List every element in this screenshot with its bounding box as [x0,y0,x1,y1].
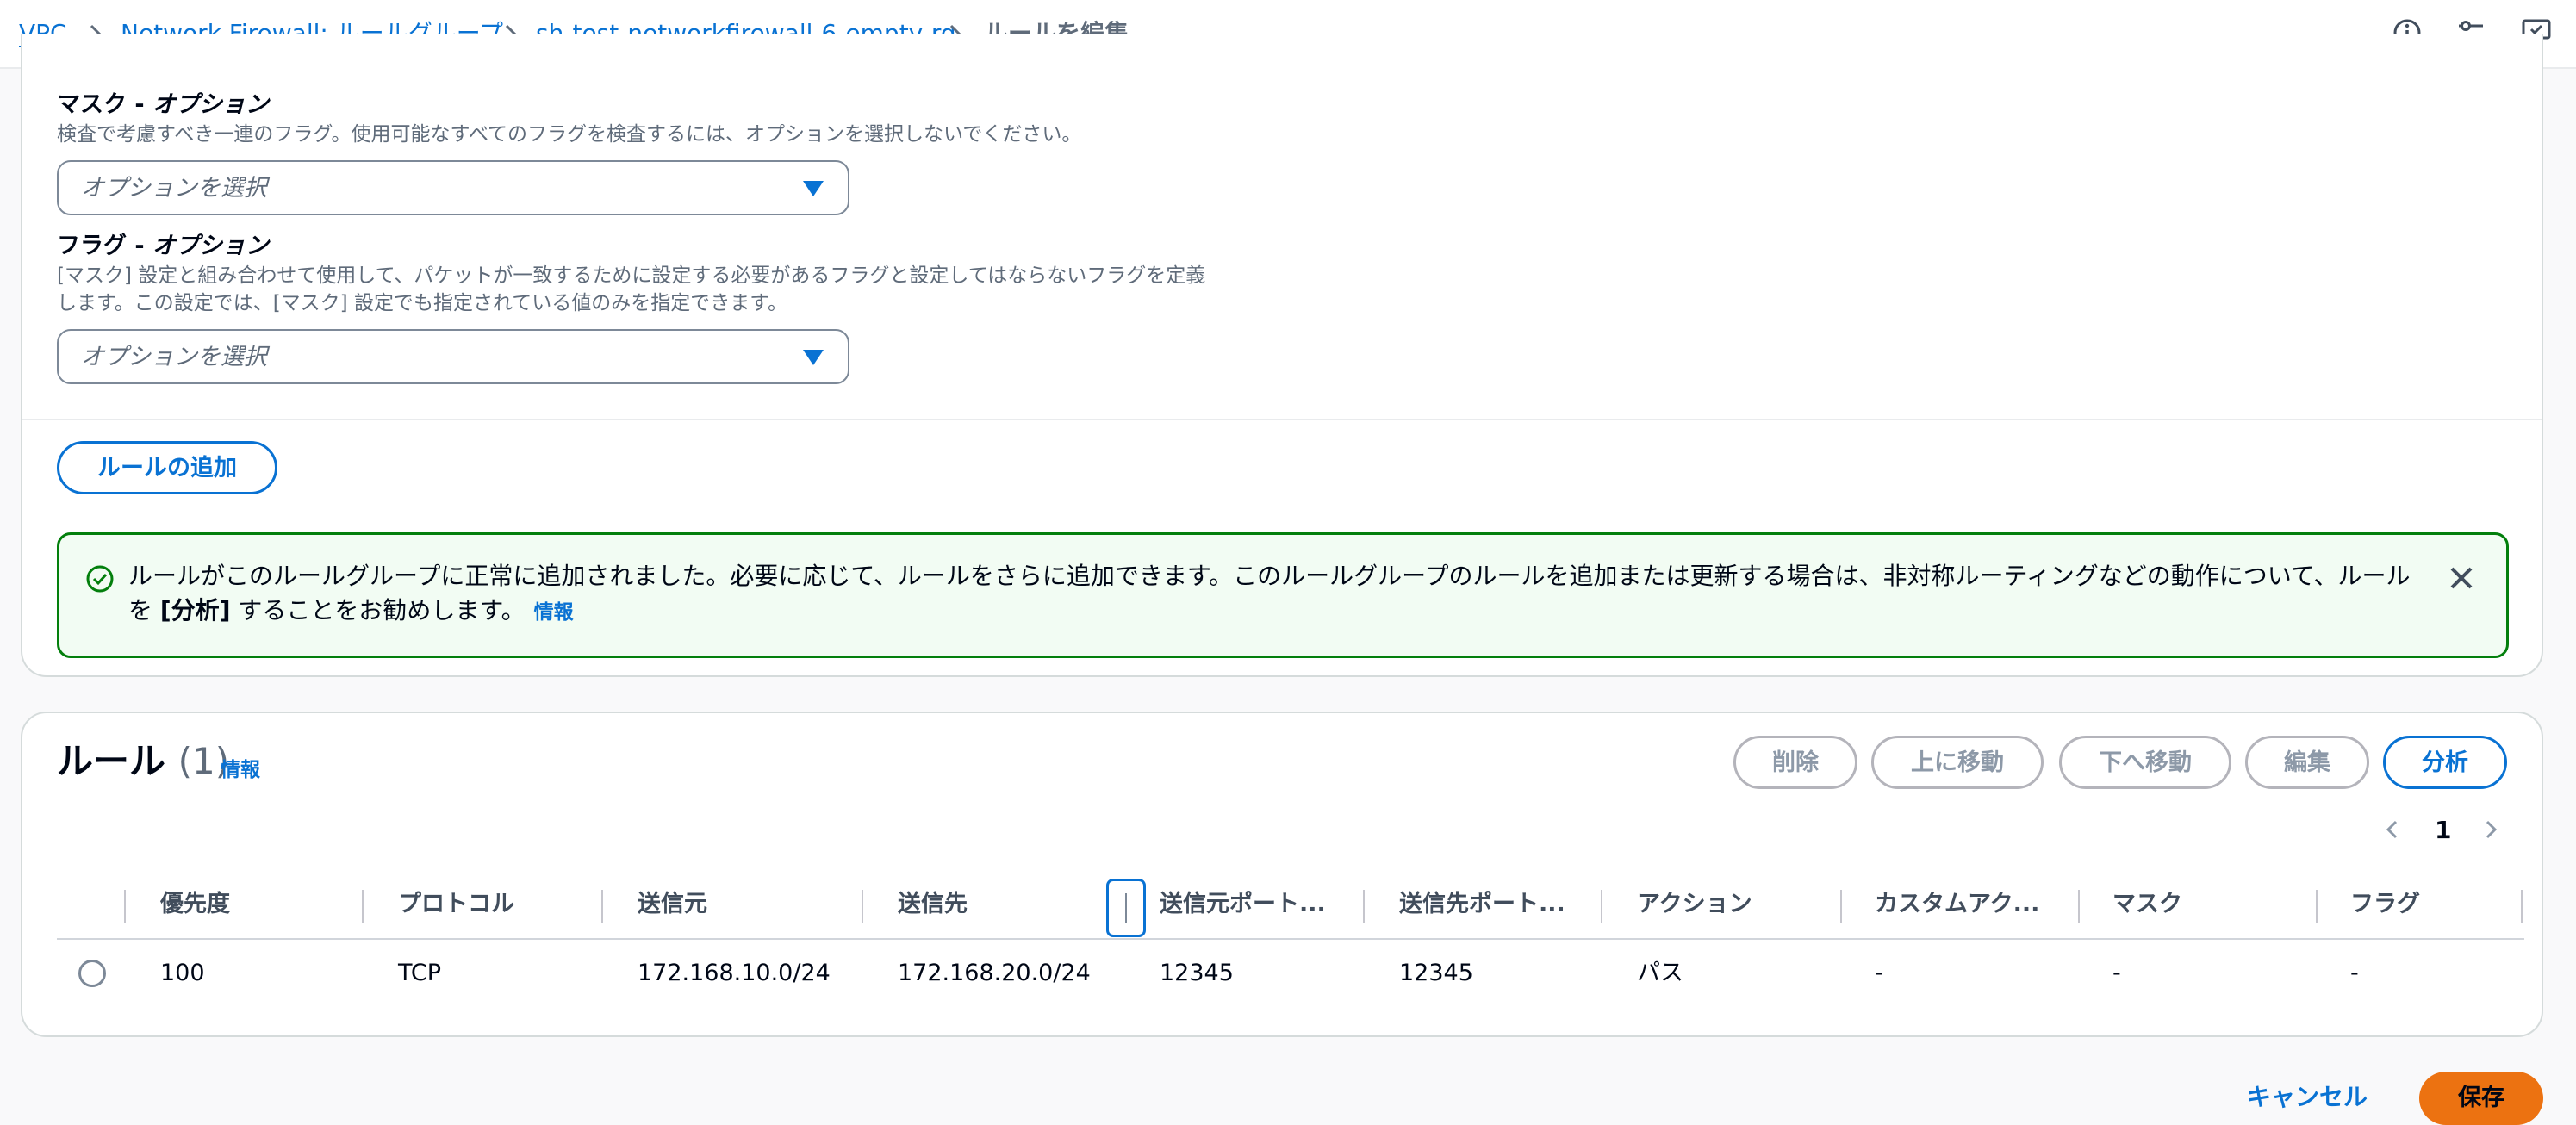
move-up-button[interactable]: 上に移動 [1871,736,2044,789]
cell-custom-action: - [1875,960,1883,986]
column-header-action[interactable]: アクション [1637,889,1752,920]
rules-title: ルール (1) [57,740,230,782]
chevron-left-icon[interactable] [2380,817,2405,842]
success-flash: ルールがこのルールグループに正常に追加されました。必要に応じて、ルールをさらに追… [57,532,2509,658]
section-divider [22,419,2542,420]
flags-label: フラグ - オプション [57,233,270,259]
success-flash-message: ルールがこのルールグループに正常に追加されました。必要に応じて、ルールをさらに追… [128,562,2411,625]
column-divider [2316,890,2318,923]
flash-info-link[interactable]: 情報 [534,601,574,624]
cell-source: 172.168.10.0/24 [638,960,831,986]
column-header-protocol[interactable]: プロトコル [398,889,514,920]
close-icon[interactable] [2446,562,2477,594]
column-header-source-port[interactable]: 送信元ポート... [1160,889,1326,920]
move-down-button[interactable]: 下へ移動 [2059,736,2231,789]
column-divider [862,890,863,923]
column-resize-handle-focused[interactable] [1106,879,1146,937]
delete-button[interactable]: 削除 [1733,736,1857,789]
column-header-destination-port[interactable]: 送信先ポート... [1399,889,1565,920]
mask-select[interactable]: オプションを選択 [57,160,849,215]
caret-down-icon [803,350,824,365]
column-divider [1601,890,1602,923]
flags-select[interactable]: オプションを選択 [57,329,849,384]
column-header-destination[interactable]: 送信先 [898,889,968,920]
cancel-button[interactable]: キャンセル [2247,1080,2368,1115]
cell-flags: - [2350,960,2359,986]
chevron-right-icon[interactable] [2478,817,2504,842]
column-divider [124,890,126,923]
edit-button[interactable]: 編集 [2245,736,2369,789]
resize-handle-bar [1125,893,1127,923]
analyze-button[interactable]: 分析 [2383,736,2507,789]
cell-source-port: 12345 [1160,960,1234,986]
column-divider [601,890,603,923]
rules-info-link[interactable]: 情報 [221,753,260,782]
add-rule-button[interactable]: ルールの追加 [57,441,277,494]
cell-action: パス [1637,960,1683,986]
column-header-mask[interactable]: マスク [2112,889,2182,920]
success-check-icon [86,565,114,593]
cell-protocol: TCP [398,960,442,986]
column-divider [2078,890,2080,923]
flags-select-placeholder: オプションを選択 [81,344,267,370]
flags-description-line1: [マスク] 設定と組み合わせて使用して、パケットが一致するために設定する必要があ… [57,264,1206,287]
column-divider [362,890,364,923]
column-divider [1840,890,1842,923]
table-header-border [57,938,2524,940]
cell-destination-port: 12345 [1399,960,1473,986]
save-button[interactable]: 保存 [2419,1072,2543,1125]
column-divider [2521,890,2523,923]
flags-description-line2: します。この設定では、[マスク] 設定でも指定されている値のみを指定できます。 [57,292,787,314]
page-number[interactable]: 1 [2435,815,2451,846]
caret-down-icon [803,181,824,196]
cell-destination: 172.168.20.0/24 [898,960,1091,986]
column-divider [1363,890,1365,923]
column-header-source[interactable]: 送信元 [638,889,707,920]
column-header-custom-action[interactable]: カスタムアク... [1875,889,2039,920]
mask-description: 検査で考慮すべき一連のフラグ。使用可能なすべてのフラグを検査するには、オプション… [57,123,1082,146]
cell-priority: 100 [160,960,205,986]
column-header-priority[interactable]: 優先度 [160,889,230,920]
cell-mask: - [2112,960,2121,986]
mask-label: マスク - オプション [57,91,270,118]
row-select-radio[interactable] [78,960,106,987]
column-header-flags[interactable]: フラグ [2350,889,2420,920]
mask-select-placeholder: オプションを選択 [81,175,267,202]
